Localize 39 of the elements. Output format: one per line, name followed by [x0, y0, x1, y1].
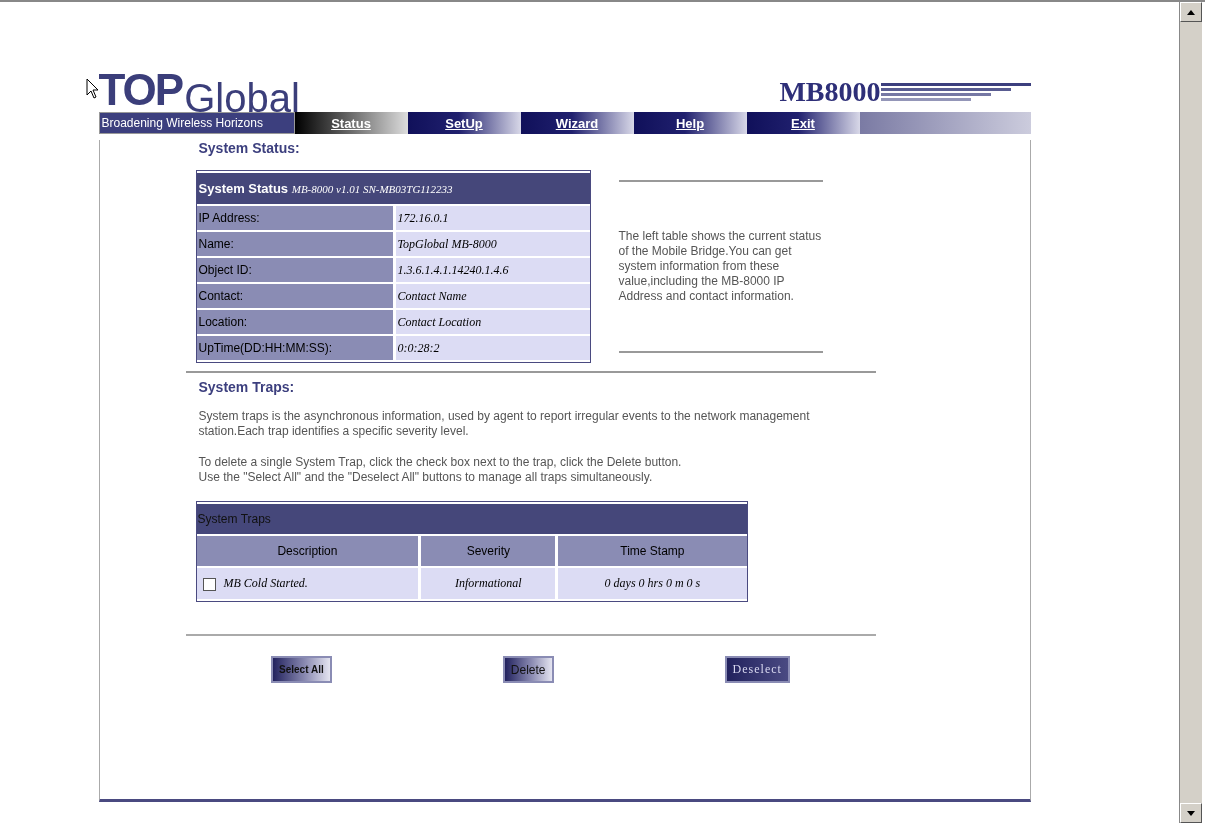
up-arrow-icon	[1187, 9, 1195, 15]
mouse-pointer-icon	[86, 78, 100, 100]
checkbox[interactable]	[202, 577, 216, 591]
scroll-up-button[interactable]	[1180, 2, 1202, 22]
table-title: System Status MB-8000 v1.01 SN-MB03TG112233	[196, 173, 590, 204]
table-cell: Contact:	[196, 284, 396, 308]
table-cell: UpTime(DD:HH:MM:SS):	[196, 336, 396, 360]
nav-tab[interactable]: Wizard	[520, 112, 634, 134]
table-cell: 0 days 0 hrs 0 m 0 s	[558, 568, 747, 599]
nav-tab[interactable]: Exit	[746, 112, 860, 134]
description-text: To delete a single System Trap, click the check box next to the trap, click the Delete button. Use the "Select All" and the "Deselect All" buttons to manage all traps simultaneously.	[198, 455, 683, 485]
table-cell: 172.16.0.1	[395, 206, 590, 230]
product-name: MB8000	[779, 76, 881, 108]
action-button[interactable]: Deselect	[724, 656, 790, 683]
table-cell: IP Address:	[196, 206, 396, 230]
nav-tab[interactable]: Status	[294, 112, 408, 134]
table-cell: Object ID:	[196, 258, 396, 282]
table-title: System Traps	[196, 504, 747, 534]
table-cell: Location:	[196, 310, 396, 334]
table-cell: 0:0:28:2	[395, 336, 590, 360]
section-heading: System Status:	[198, 140, 301, 156]
down-arrow-icon	[1187, 810, 1195, 816]
logo-text: TOP	[98, 68, 183, 112]
section-heading: System Traps:	[198, 379, 296, 395]
tagline: Broadening Wireless Horizons	[98, 112, 295, 134]
description-text: The left table shows the current status of the Mobile Bridge.You can get system information from these value,including the MB-8000 IP Address and contact information.	[618, 229, 823, 304]
table-cell: Name:	[196, 232, 396, 256]
table-cell: Contact Name	[395, 284, 590, 308]
table-cell: Contact Location	[395, 310, 590, 334]
action-button[interactable]: Delete	[502, 656, 554, 683]
nav-tab[interactable]: SetUp	[407, 112, 521, 134]
nav-tab[interactable]: Help	[633, 112, 747, 134]
scroll-down-button[interactable]	[1180, 803, 1202, 823]
column-header: Time Stamp	[558, 536, 747, 566]
table-cell: 1.3.6.1.4.1.14240.1.4.6	[395, 258, 590, 282]
table-cell: TopGlobal MB-8000	[395, 232, 590, 256]
scrollbar[interactable]	[1179, 2, 1202, 823]
description-text: System traps is the asynchronous information, used by agent to report irregular events to the network management station.Each trap identifies a specific severity level.	[198, 409, 811, 439]
action-button[interactable]: Select All	[271, 656, 332, 683]
